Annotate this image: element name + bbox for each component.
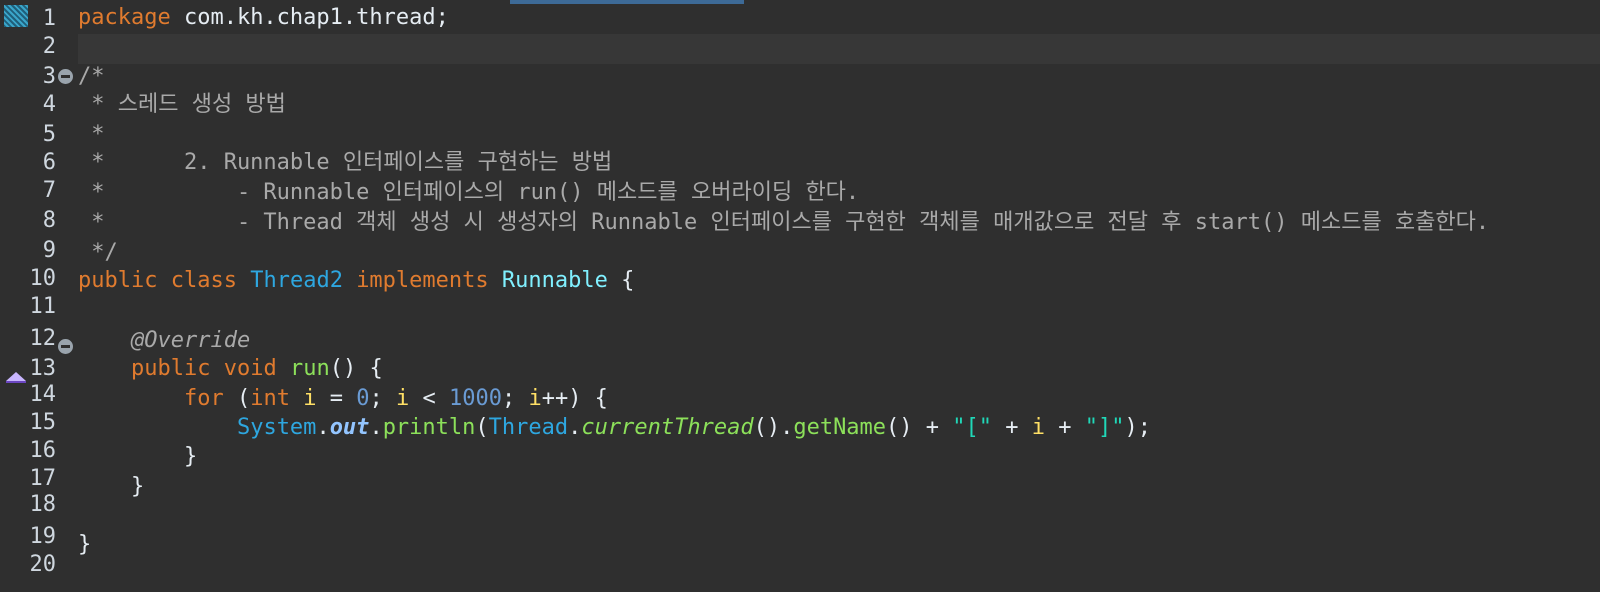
code-line-18: } [78,472,144,502]
string-literal: "[" [952,415,993,440]
line-number: 12 [29,326,57,351]
package-name: com.kh.chap1.thread; [170,5,449,30]
punctuation: ( [236,386,251,411]
punctuation: ; [501,386,516,411]
operator: = [329,386,343,411]
punctuation: ; [369,386,383,411]
number: 0 [356,386,370,411]
keyword: int [250,386,290,411]
brace: { [621,268,635,293]
line-number: 16 [29,438,57,463]
keyword: package [78,5,171,30]
line-number: 3 [42,64,56,89]
punctuation: (). [753,415,794,440]
code-line-9: */ [78,240,118,265]
line-number: 2 [42,34,56,59]
code-line-4: * 스레드 생성 방법 [78,92,286,117]
brace: } [130,474,145,499]
line-number: 15 [29,410,57,435]
code-line-12: @Override [78,326,250,356]
number: 1000 [448,386,502,411]
variable: i [303,386,317,411]
punctuation: ); [1124,415,1152,440]
code-line-3: /* [78,64,105,89]
operator: + [1045,415,1085,440]
code-line-15: for (int i = 0; i < 1000; i++) { [78,384,608,414]
static-field: out [329,415,370,440]
interface-name: Runnable [501,268,608,293]
code-line-20: } [78,532,92,557]
method-name: getName [793,415,887,440]
variable: i [395,386,410,411]
line-number: 11 [29,294,57,319]
code-editor[interactable]: 1 2 3 4 5 6 7 8 9 10 11 12 13 14 15 16 1… [0,0,1600,592]
code-line-6: * 2. Runnable 인터페이스를 구현하는 방법 [78,150,613,175]
collapse-fold-icon[interactable] [58,339,73,354]
code-line-7: * - Runnable 인터페이스의 run() 메소드를 오버라이딩 한다. [78,180,860,205]
punctuation: . [316,415,330,440]
line-number: 6 [42,150,56,175]
method-name: run [289,356,330,381]
keyword: for [183,386,224,411]
operator: + [992,415,1032,440]
annotation: @Override [130,328,251,353]
punctuation: ( [475,415,489,440]
keyword: void [223,356,277,381]
line-number-gutter[interactable]: 1 2 3 4 5 6 7 8 9 10 11 12 13 14 15 16 1… [0,0,78,592]
operator: < [422,386,436,411]
code-line-1: package com.kh.chap1.thread; [78,3,449,33]
code-line-8: * - Thread 객체 생성 시 생성자의 Runnable 인터페이스를 … [78,210,1490,235]
code-line-13: public void run() { [78,354,383,384]
brace: } [183,444,198,469]
punctuation: . [369,415,383,440]
keyword: class [170,268,237,293]
line-number: 5 [42,122,56,147]
code-line-16: System.out.println(Thread.currentThread(… [78,413,1151,443]
line-number: 9 [42,238,56,263]
punctuation: ++) { [541,386,608,411]
line-number: 19 [29,524,57,549]
code-line-5: * [78,122,105,147]
keyword: public [78,268,158,293]
variable: i [528,386,542,411]
variable: i [1031,415,1046,440]
punctuation: () { [329,356,383,381]
line-number: 20 [29,552,57,577]
line-number: 10 [29,266,57,291]
keyword: public [130,356,211,381]
code-text-area[interactable]: package com.kh.chap1.thread; /* * 스레드 생성… [78,0,1600,592]
line-number: 18 [29,492,57,517]
keyword: implements [356,268,489,293]
collapse-fold-icon[interactable] [58,69,73,84]
operator: () + [886,415,953,440]
line-number: 14 [29,382,57,407]
static-method: currentThread [581,415,754,440]
line-number: 1 [42,6,56,31]
class-name: Thread [488,415,569,440]
code-line-10: public class Thread2 implements Runnable… [78,266,634,296]
class-name: System [236,415,317,440]
string-literal: "]" [1084,415,1125,440]
line-number: 4 [42,92,56,117]
punctuation: . [568,415,582,440]
class-name: Thread2 [250,268,343,293]
method-name: println [382,415,476,440]
line-number: 8 [42,208,56,233]
code-line-17: } [78,442,197,472]
line-number: 7 [42,178,56,203]
